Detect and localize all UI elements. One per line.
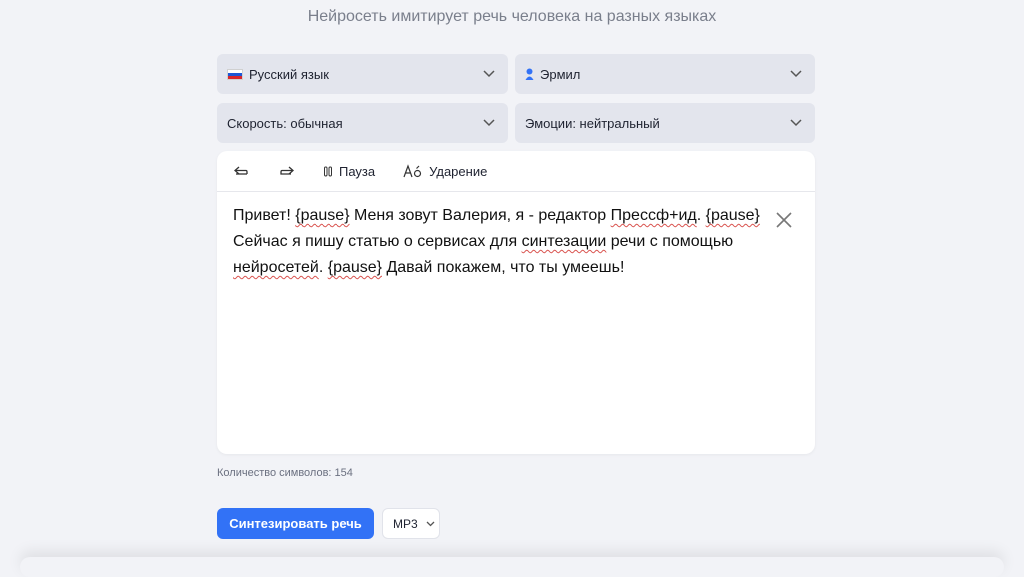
text-segment: Давай покажем, что ты умеешь! — [382, 259, 625, 276]
russia-flag-icon — [227, 68, 243, 80]
misspelled-word: нейросетей — [233, 259, 319, 276]
redo-icon — [280, 166, 294, 175]
page-subtitle: Нейросеть имитирует речь человека на раз… — [307, 8, 717, 25]
text-segment: . — [696, 207, 706, 224]
voice-select[interactable]: Эрмил — [515, 54, 815, 94]
format-select[interactable]: MP3 — [382, 508, 440, 539]
emotion-select[interactable]: Эмоции: нейтральный — [515, 103, 815, 143]
text-segment: Привет! — [233, 207, 296, 224]
chevron-down-icon — [789, 67, 803, 81]
misspelled-word: синтезации — [521, 233, 607, 250]
text-segment: Меня зовут Валерия, я - редактор — [349, 207, 611, 224]
pause-tag: {pause} — [327, 259, 382, 276]
synthesize-button[interactable]: Синтезировать речь — [217, 508, 374, 539]
pause-tag: {pause} — [295, 207, 350, 224]
character-count: Количество символов: 154 — [217, 467, 353, 479]
speed-select[interactable]: Скорость: обычная — [217, 103, 508, 143]
redo-button[interactable] — [279, 165, 295, 177]
text-segment: речи с помощью — [606, 233, 734, 250]
language-select-value: Русский язык — [249, 66, 329, 82]
pause-tag: {pause} — [705, 207, 760, 224]
speed-select-value: Скорость: обычная — [227, 115, 343, 131]
misspelled-word: Прессф+ид — [610, 207, 697, 224]
undo-button[interactable] — [233, 165, 249, 177]
stress-button[interactable]: Ударение — [403, 164, 487, 179]
chevron-down-icon — [482, 116, 496, 130]
language-select[interactable]: Русский язык — [217, 54, 508, 94]
text-segment: Сейчас я пишу статью о сервисах для — [233, 233, 522, 250]
text-editor[interactable]: Пауза Ударение Привет! {pause} Меня зову… — [217, 151, 815, 454]
clear-text-icon[interactable] — [775, 211, 793, 229]
chevron-down-icon — [789, 116, 803, 130]
text-segment: . — [318, 259, 328, 276]
voice-select-value: Эрмил — [540, 66, 581, 82]
stress-label: Ударение — [429, 163, 488, 179]
editor-toolbar: Пауза Ударение — [217, 151, 815, 192]
chevron-down-icon — [482, 67, 496, 81]
pause-icon — [324, 166, 332, 176]
emotion-select-value: Эмоции: нейтральный — [525, 115, 660, 131]
pause-button[interactable]: Пауза — [323, 164, 375, 179]
undo-icon — [234, 166, 248, 175]
bottom-panel-edge — [20, 557, 1004, 577]
editor-text[interactable]: Привет! {pause} Меня зовут Валерия, я - … — [233, 203, 763, 281]
chevron-down-icon — [426, 521, 435, 526]
format-select-value: MP3 — [393, 516, 418, 531]
pause-label: Пауза — [339, 163, 376, 179]
voice-person-icon — [525, 68, 534, 81]
stress-icon — [403, 164, 422, 178]
